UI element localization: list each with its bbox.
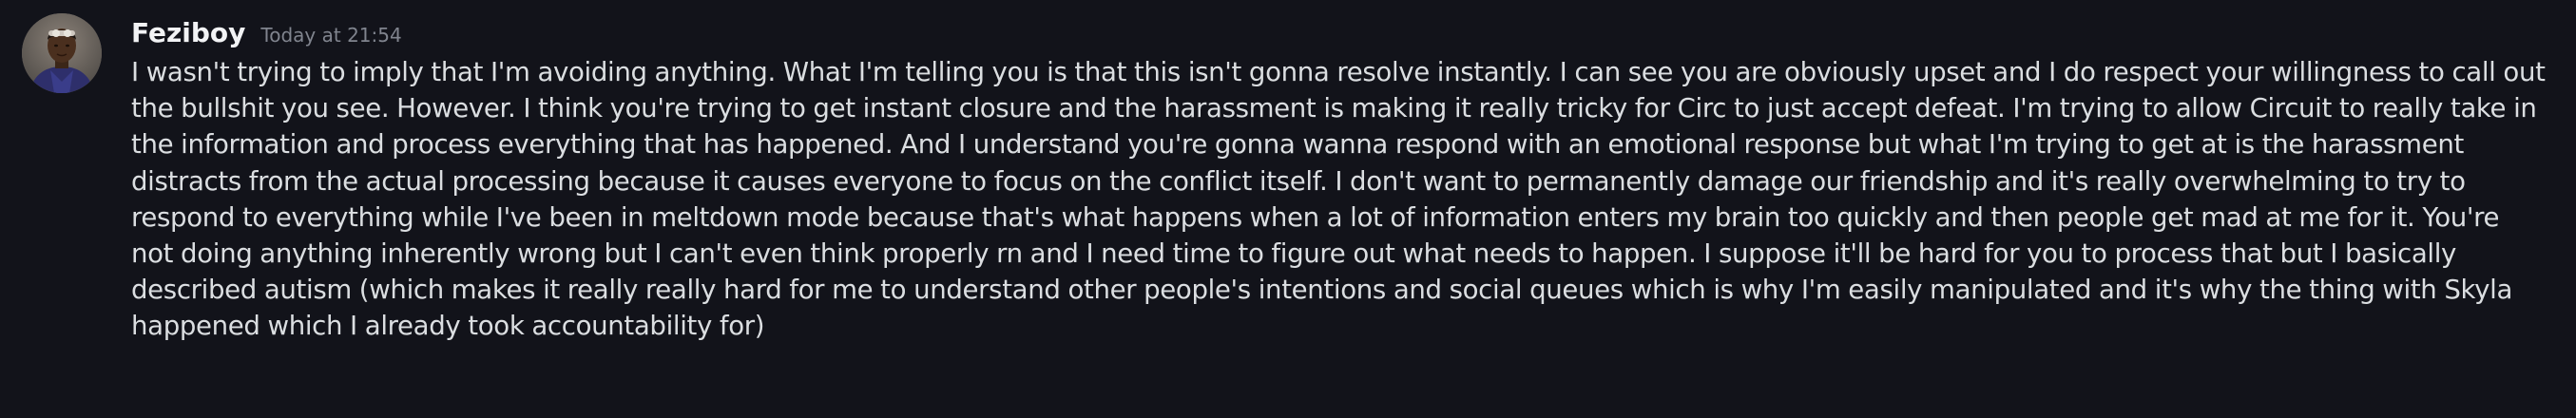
avatar[interactable] bbox=[22, 13, 102, 93]
chat-message: Feziboy Today at 21:54 I wasn't trying t… bbox=[0, 0, 2576, 418]
message-timestamp[interactable]: Today at 21:54 bbox=[260, 13, 401, 57]
message-header: Feziboy Today at 21:54 bbox=[131, 11, 402, 55]
author-name[interactable]: Feziboy bbox=[131, 11, 245, 55]
message-content: I wasn't trying to imply that I'm avoidi… bbox=[131, 56, 2546, 342]
user-avatar-icon bbox=[22, 13, 102, 93]
